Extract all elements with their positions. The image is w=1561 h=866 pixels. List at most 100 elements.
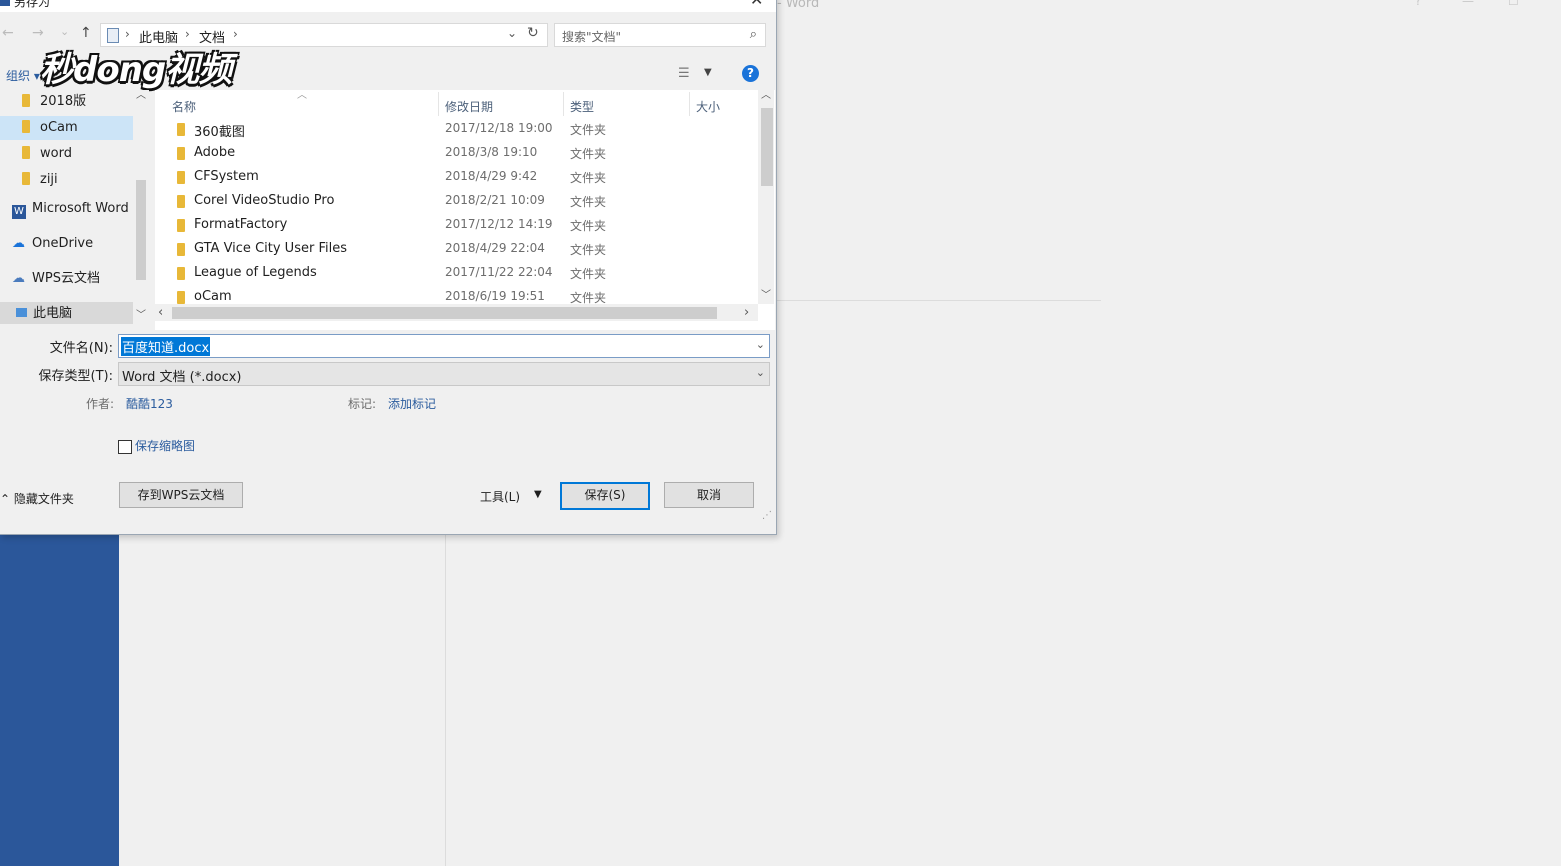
nav-item-onedrive[interactable]: ☁ OneDrive bbox=[0, 232, 133, 256]
scroll-down-icon[interactable]: ﹀ bbox=[761, 286, 771, 301]
file-type: 文件夹 bbox=[570, 219, 607, 233]
chevron-down-icon[interactable]: ▼ bbox=[534, 489, 542, 500]
folder-icon bbox=[177, 219, 185, 232]
filename-input[interactable]: 百度知道.docx ⌄ bbox=[118, 334, 770, 358]
maximize-icon[interactable]: ☐ bbox=[1508, 0, 1519, 8]
file-list-horizontal-scrollbar[interactable]: ‹ › bbox=[155, 304, 758, 321]
file-date: 2018/4/29 22:04 bbox=[445, 241, 545, 255]
nav-item-word[interactable]: word bbox=[0, 142, 133, 166]
file-row[interactable]: League of Legends 2017/11/22 22:04 文件夹 bbox=[155, 261, 755, 285]
word-app-icon bbox=[0, 0, 10, 6]
sort-arrow-icon: ︿ bbox=[297, 90, 307, 101]
tools-menu[interactable]: 工具(L) bbox=[480, 488, 520, 505]
minimize-icon[interactable]: — bbox=[1462, 0, 1474, 8]
wps-cloud-icon: ☁ bbox=[12, 271, 25, 286]
file-type: 文件夹 bbox=[570, 123, 607, 137]
tags-label: 标记: bbox=[348, 397, 377, 411]
author-value[interactable]: 酷酷123 bbox=[126, 395, 173, 412]
folder-icon bbox=[177, 171, 185, 184]
file-list: ︿ 名称 修改日期 类型 大小 360截图 2017/12/18 19:00 文… bbox=[155, 90, 775, 330]
nav-item-microsoft-word[interactable]: W Microsoft Word bbox=[0, 197, 133, 221]
column-header-name[interactable]: 名称 bbox=[172, 98, 196, 115]
forward-arrow-icon[interactable]: → bbox=[32, 25, 44, 41]
scroll-up-icon[interactable]: ︿ bbox=[136, 86, 146, 101]
word-icon: W bbox=[12, 205, 26, 219]
file-type: 文件夹 bbox=[570, 267, 607, 281]
column-header-type[interactable]: 类型 bbox=[570, 98, 594, 115]
column-divider[interactable] bbox=[563, 92, 564, 116]
nav-item-ocam[interactable]: oCam bbox=[0, 116, 133, 140]
cancel-button[interactable]: 取消 bbox=[664, 482, 754, 508]
organize-menu[interactable]: 组织 ▾ bbox=[6, 67, 40, 84]
scroll-right-icon[interactable]: › bbox=[744, 305, 749, 320]
file-row[interactable]: GTA Vice City User Files 2018/4/29 22:04… bbox=[155, 237, 755, 261]
nav-pane-scrollbar[interactable]: ︿ ﹀ bbox=[133, 90, 149, 324]
nav-item-wps-cloud[interactable]: ☁ WPS云文档 bbox=[0, 267, 133, 291]
filetype-value: Word 文档 (*.docx) bbox=[122, 370, 242, 385]
scrollbar-thumb[interactable] bbox=[761, 108, 773, 186]
file-date: 2018/6/19 19:51 bbox=[445, 289, 545, 303]
file-name: League of Legends bbox=[194, 265, 317, 280]
nav-item-ziji[interactable]: ziji bbox=[0, 168, 133, 192]
nav-item-this-pc[interactable]: 此电脑 bbox=[0, 302, 133, 324]
filetype-select[interactable]: Word 文档 (*.docx) ⌄ bbox=[118, 362, 770, 386]
cloud-icon: ☁ bbox=[12, 236, 25, 251]
column-header-date[interactable]: 修改日期 bbox=[445, 98, 493, 115]
view-options-icon[interactable]: ☰ bbox=[678, 66, 690, 81]
filetype-label: 保存类型(T): bbox=[38, 369, 113, 384]
search-input[interactable]: 搜索"文档" ⌕ bbox=[554, 23, 766, 47]
file-list-vertical-scrollbar[interactable]: ︿ ﹀ bbox=[758, 90, 774, 304]
chevron-down-icon[interactable]: ⌄ bbox=[756, 366, 765, 379]
author-label: 作者: bbox=[86, 397, 115, 411]
resize-grip-icon[interactable]: ⋰ bbox=[762, 510, 772, 521]
refresh-icon[interactable]: ↻ bbox=[527, 25, 539, 41]
save-thumbnail-checkbox[interactable] bbox=[118, 440, 132, 454]
recent-locations-icon[interactable]: ⌄ bbox=[60, 25, 69, 38]
chevron-right-icon[interactable]: › bbox=[233, 27, 238, 41]
file-row[interactable]: Adobe 2018/3/8 19:10 文件夹 bbox=[155, 141, 755, 165]
scroll-down-icon[interactable]: ﹀ bbox=[136, 306, 146, 321]
file-date: 2017/11/22 22:04 bbox=[445, 265, 553, 279]
help-icon[interactable]: ? bbox=[1415, 0, 1421, 8]
chevron-down-icon[interactable]: ▼ bbox=[704, 67, 712, 78]
file-name: Adobe bbox=[194, 145, 236, 160]
scroll-up-icon[interactable]: ︿ bbox=[761, 86, 771, 101]
file-row[interactable]: oCam 2018/6/19 19:51 文件夹 bbox=[155, 285, 755, 304]
save-button[interactable]: 保存(S) bbox=[560, 482, 650, 510]
file-date: 2017/12/18 19:00 bbox=[445, 121, 553, 135]
file-row[interactable]: Corel VideoStudio Pro 2018/2/21 10:09 文件… bbox=[155, 189, 755, 213]
scroll-left-icon[interactable]: ‹ bbox=[158, 305, 163, 320]
dialog-titlebar: 另存为 ✕ bbox=[0, 0, 776, 12]
file-name: GTA Vice City User Files bbox=[194, 241, 347, 256]
folder-icon bbox=[22, 94, 30, 107]
computer-icon bbox=[107, 28, 119, 43]
save-thumbnail-label[interactable]: 保存缩略图 bbox=[135, 437, 195, 454]
file-name: FormatFactory bbox=[194, 217, 288, 232]
file-row[interactable]: FormatFactory 2017/12/12 14:19 文件夹 bbox=[155, 213, 755, 237]
close-icon[interactable]: ✕ bbox=[750, 0, 763, 9]
folder-icon bbox=[22, 120, 30, 133]
file-type: 文件夹 bbox=[570, 195, 607, 209]
up-arrow-icon[interactable]: ↑ bbox=[80, 25, 92, 41]
help-icon[interactable]: ? bbox=[742, 65, 759, 82]
file-row[interactable]: 360截图 2017/12/18 19:00 文件夹 bbox=[155, 117, 755, 141]
scrollbar-thumb[interactable] bbox=[136, 180, 146, 280]
chevron-down-icon[interactable]: ⌄ bbox=[507, 26, 517, 40]
navigation-pane: 2018版 oCam word ziji W Microsoft Word ☁ On… bbox=[0, 90, 150, 324]
column-divider[interactable] bbox=[438, 92, 439, 116]
dialog-title: 另存为 bbox=[14, 0, 51, 9]
search-icon[interactable]: ⌕ bbox=[750, 27, 757, 42]
file-row[interactable]: CFSystem 2018/4/29 9:42 文件夹 bbox=[155, 165, 755, 189]
nav-item-2018[interactable]: 2018版 bbox=[0, 90, 133, 114]
word-backstage-sidebar bbox=[0, 533, 119, 866]
add-tags-link[interactable]: 添加标记 bbox=[388, 395, 436, 412]
column-divider[interactable] bbox=[689, 92, 690, 116]
file-name: CFSystem bbox=[194, 169, 259, 184]
column-header-size[interactable]: 大小 bbox=[696, 98, 720, 115]
back-arrow-icon[interactable]: ← bbox=[2, 25, 14, 41]
scrollbar-thumb[interactable] bbox=[172, 307, 717, 319]
file-name: oCam bbox=[194, 289, 232, 304]
chevron-down-icon[interactable]: ⌄ bbox=[756, 338, 765, 351]
hide-folders-toggle[interactable]: ⌃ 隐藏文件夹 bbox=[0, 490, 74, 507]
save-to-wps-cloud-button[interactable]: 存到WPS云文档 bbox=[119, 482, 243, 508]
